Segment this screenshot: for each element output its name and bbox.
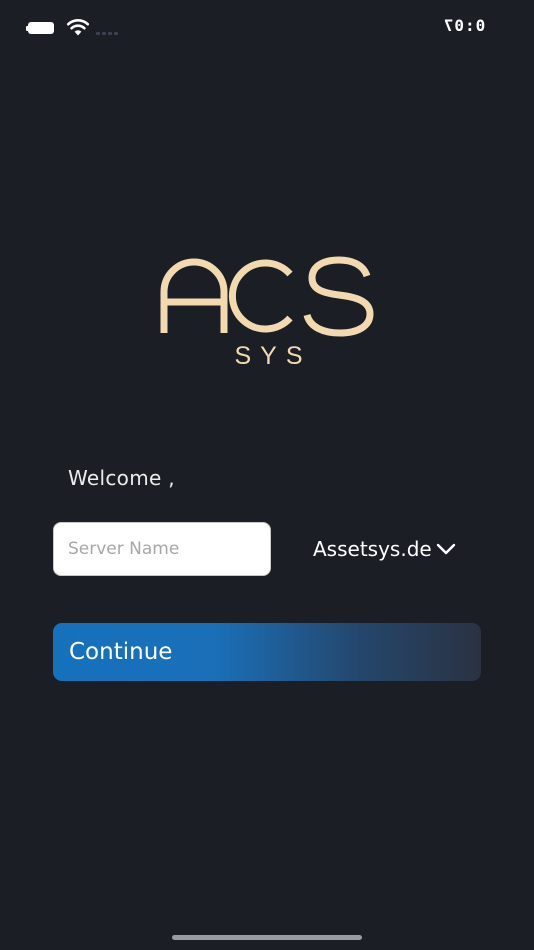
continue-button-label: Continue xyxy=(69,639,173,665)
status-bar: 0:07 xyxy=(0,0,534,56)
battery-icon xyxy=(26,22,58,35)
domain-selected-value: Assetsys.de xyxy=(313,537,432,561)
domain-dropdown[interactable]: Assetsys.de xyxy=(313,534,457,564)
acs-sys-logo: SYS xyxy=(156,250,378,375)
logo-subtitle: SYS xyxy=(234,342,312,370)
server-name-input[interactable] xyxy=(53,522,271,576)
status-time: 0:07 xyxy=(442,16,486,35)
welcome-text: Welcome , xyxy=(68,466,175,490)
home-indicator[interactable] xyxy=(172,935,362,940)
acs-logo-mark xyxy=(160,256,374,337)
continue-button[interactable]: Continue xyxy=(53,623,481,681)
cellular-signal-icon xyxy=(96,29,122,35)
chevron-down-icon xyxy=(436,543,455,555)
wifi-icon xyxy=(66,19,90,36)
